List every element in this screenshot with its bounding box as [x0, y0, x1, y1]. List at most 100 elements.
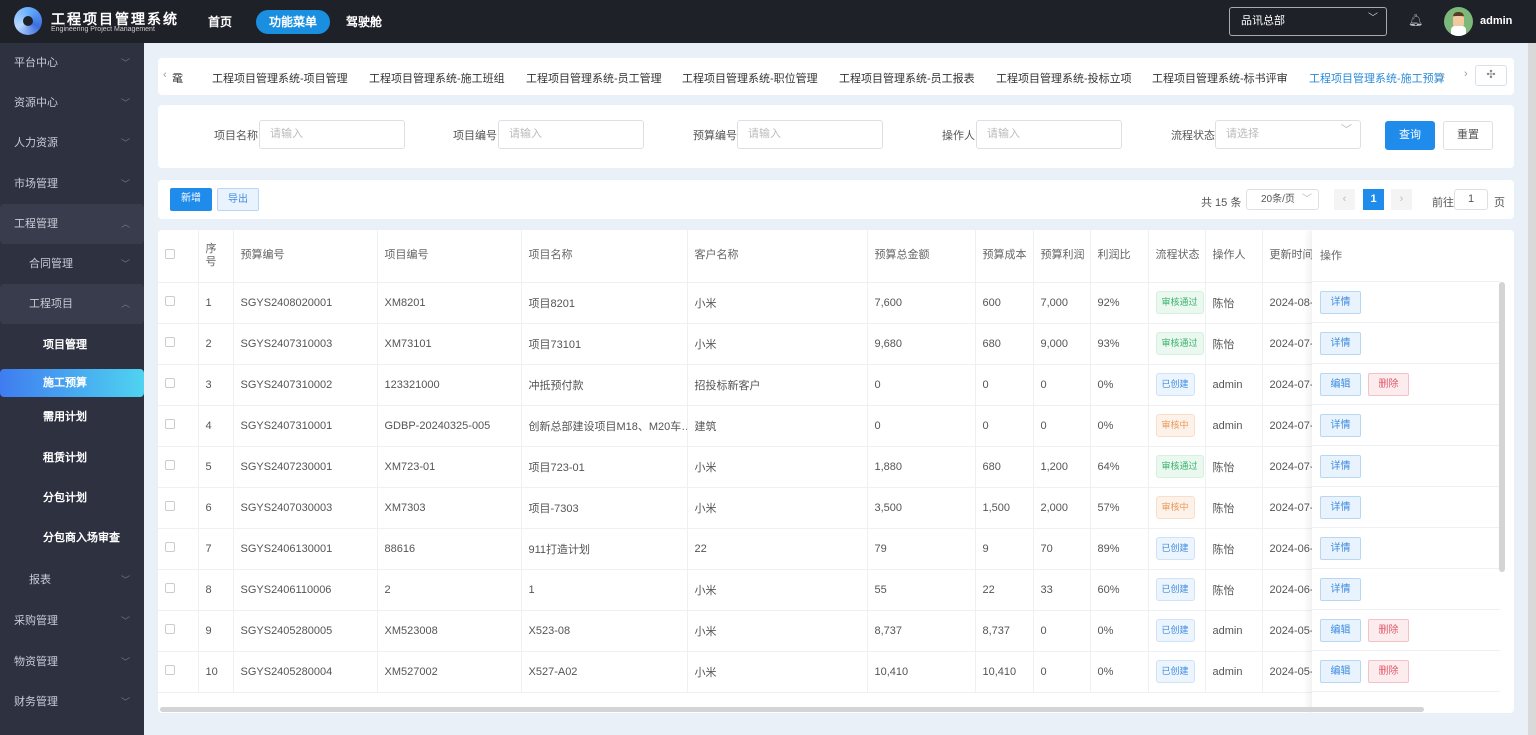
horizontal-scrollbar[interactable] — [160, 707, 1424, 712]
delete-button[interactable]: 删除 — [1368, 373, 1409, 396]
goto-page-input[interactable]: 1 — [1454, 189, 1488, 210]
checkbox-cell[interactable] — [158, 569, 199, 611]
tab-3[interactable]: 工程项目管理系统-职位管理 — [682, 70, 818, 86]
checkbox-cell[interactable] — [158, 651, 199, 693]
sidebar-item[interactable]: 平台中心 ﹀ — [0, 43, 144, 83]
row-checkbox[interactable] — [165, 583, 175, 593]
tab-1[interactable]: 工程项目管理系统-施工班组 — [369, 70, 505, 86]
query-button[interactable]: 查询 — [1385, 121, 1435, 150]
row-checkbox[interactable] — [165, 624, 175, 634]
edit-button[interactable]: 编辑 — [1320, 373, 1361, 396]
row-checkbox[interactable] — [165, 665, 175, 675]
checkbox-cell[interactable] — [158, 528, 199, 570]
row-checkbox[interactable] — [165, 542, 175, 552]
select-all-checkbox[interactable] — [165, 248, 175, 259]
reset-button[interactable]: 重置 — [1443, 121, 1493, 150]
delete-button[interactable]: 删除 — [1368, 660, 1409, 683]
sidebar-item[interactable]: 分包计划 — [0, 478, 144, 518]
next-page-button[interactable]: › — [1391, 189, 1412, 210]
table-cell: 小米 — [687, 610, 868, 652]
table-row: 4 SGYS2407310001 GDBP-20240325-005 创新总部建设项目… — [158, 405, 1313, 447]
search-input[interactable]: 请输入 — [498, 120, 644, 149]
sidebar-item[interactable]: 人力资源 ﹀ — [0, 123, 144, 163]
edit-button[interactable]: 编辑 — [1320, 619, 1361, 642]
row-checkbox[interactable] — [165, 460, 175, 470]
checkbox-cell[interactable] — [158, 610, 199, 652]
search-input[interactable]: 请输入 — [737, 120, 883, 149]
export-button[interactable]: 导出 — [217, 188, 259, 211]
sidebar-item[interactable]: 项目管理 — [0, 325, 144, 365]
row-checkbox[interactable] — [165, 296, 175, 306]
table-cell: 9 — [198, 610, 234, 652]
search-label: 操作人 — [942, 130, 975, 142]
sidebar-item[interactable]: 市场管理 ﹀ — [0, 164, 144, 204]
edit-button[interactable]: 编辑 — [1320, 660, 1361, 683]
tab-2[interactable]: 工程项目管理系统-员工管理 — [526, 70, 662, 86]
sidebar-item[interactable]: 分包商入场审查 — [0, 518, 144, 558]
checkbox-cell[interactable] — [158, 405, 199, 447]
row-checkbox[interactable] — [165, 337, 175, 347]
tab-6[interactable]: 工程项目管理系统-标书评审 — [1152, 70, 1288, 86]
tab-4[interactable]: 工程项目管理系统-员工报表 — [839, 70, 975, 86]
checkbox-cell[interactable] — [158, 282, 199, 324]
goto-suffix: 页 — [1494, 197, 1505, 209]
topnav-2[interactable]: 驾驶舱 — [333, 10, 395, 34]
detail-button[interactable]: 详情 — [1320, 291, 1361, 314]
sidebar-item[interactable]: 报表 ﹀ — [0, 560, 144, 600]
search-input[interactable]: 请输入 — [976, 120, 1122, 149]
table-cell: 2024-05-2 — [1262, 610, 1313, 652]
sidebar-item[interactable]: 需用计划 — [0, 397, 144, 437]
checkbox-cell[interactable] — [158, 323, 199, 365]
table-cell: 8 — [198, 569, 234, 611]
sidebar-item[interactable]: 采购管理 ﹀ — [0, 601, 144, 641]
detail-button[interactable]: 详情 — [1320, 414, 1361, 437]
chevron-right-icon[interactable]: › — [1464, 68, 1468, 80]
column-header[interactable] — [158, 230, 199, 283]
vertical-scrollbar[interactable] — [1499, 282, 1505, 572]
page-scrollbar[interactable] — [1528, 43, 1536, 735]
page-size-select[interactable]: 20条/页 ﹀ — [1246, 189, 1319, 210]
sidebar-item[interactable]: 物资管理 ﹀ — [0, 642, 144, 682]
detail-button[interactable]: 详情 — [1320, 496, 1361, 519]
sidebar-item[interactable]: 施工预算 — [0, 369, 144, 397]
add-button[interactable]: 新增 — [170, 188, 212, 211]
tab-0[interactable]: 工程项目管理系统-项目管理 — [212, 70, 348, 86]
org-select[interactable]: 品讯总部 ﹀ — [1229, 7, 1387, 36]
avatar[interactable] — [1444, 7, 1473, 36]
search-input[interactable]: 请输入 — [259, 120, 405, 149]
detail-button[interactable]: 详情 — [1320, 578, 1361, 601]
row-checkbox[interactable] — [165, 501, 175, 511]
status-select[interactable]: 请选择 ﹀ — [1215, 120, 1361, 149]
topnav-1[interactable]: 功能菜单 — [256, 10, 331, 34]
detail-button[interactable]: 详情 — [1320, 455, 1361, 478]
checkbox-cell[interactable] — [158, 364, 199, 406]
tab-menu-icon[interactable]: ✣ — [1475, 65, 1507, 86]
table-cell: 911打造计划 — [521, 528, 688, 570]
sidebar-item[interactable]: 工程项目 ︿ — [0, 284, 144, 324]
user-name[interactable]: admin — [1480, 15, 1512, 27]
close-icon[interactable]: × — [1440, 71, 1445, 81]
table-cell: 5 — [198, 446, 234, 488]
sidebar-item[interactable]: 资源中心 ﹀ — [0, 83, 144, 123]
table-cell: XM73101 — [377, 323, 522, 365]
detail-button[interactable]: 详情 — [1320, 332, 1361, 355]
checkbox-cell[interactable] — [158, 487, 199, 529]
sidebar-item[interactable]: 租赁计划 — [0, 438, 144, 478]
bell-icon[interactable]: 🔔︎ — [1408, 13, 1423, 27]
prev-page-button[interactable]: ‹ — [1334, 189, 1355, 210]
sidebar-item[interactable]: 工程管理 ︿ — [0, 204, 144, 244]
detail-button[interactable]: 详情 — [1320, 537, 1361, 560]
sidebar-item[interactable]: 合同管理 ﹀ — [0, 244, 144, 284]
row-checkbox[interactable] — [165, 378, 175, 388]
topnav-0[interactable]: 首页 — [195, 10, 245, 34]
tab-partial[interactable]: 鼋 — [172, 70, 183, 86]
tab-7[interactable]: 工程项目管理系统-施工预算 — [1309, 70, 1445, 86]
sidebar-item[interactable]: 财务管理 ﹀ — [0, 682, 144, 722]
checkbox-cell[interactable] — [158, 446, 199, 488]
chevron-left-icon[interactable]: ‹ — [163, 69, 167, 81]
delete-button[interactable]: 删除 — [1368, 619, 1409, 642]
tab-5[interactable]: 工程项目管理系统-投标立项 — [996, 70, 1132, 86]
table-cell: 6 — [198, 487, 234, 529]
row-checkbox[interactable] — [165, 419, 175, 429]
page-1-button[interactable]: 1 — [1363, 189, 1384, 210]
